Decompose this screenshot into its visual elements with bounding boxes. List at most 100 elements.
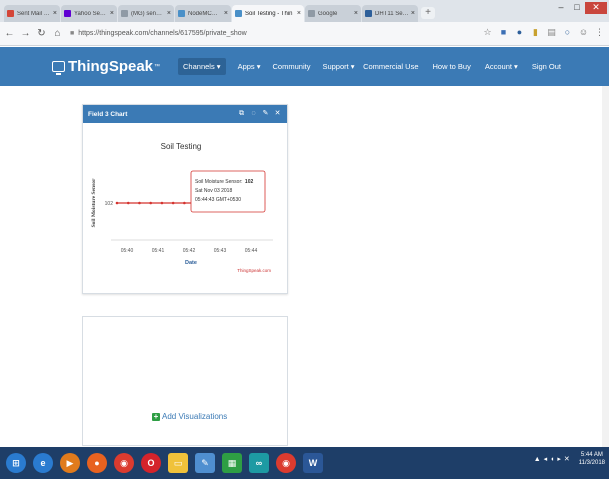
trademark-symbol: ™ <box>154 63 161 70</box>
tab-label: Google <box>318 10 338 17</box>
tab-close-icon[interactable]: × <box>354 10 358 17</box>
opera-icon[interactable]: O <box>141 453 161 473</box>
browser-tab-strip: Sent Mail - gondo×Yahoo Search - Wi×(MG)… <box>0 0 609 22</box>
favicon-icon <box>235 10 242 17</box>
data-point[interactable] <box>183 201 186 205</box>
extension-icon[interactable]: ○ <box>562 27 573 38</box>
extension-icon[interactable]: ● <box>514 27 525 38</box>
browser-tab[interactable]: Yahoo Search - Wi× <box>61 5 117 22</box>
favicon-icon <box>121 10 128 17</box>
x-tick-label: 05:43 <box>214 248 227 254</box>
external-link-icon[interactable]: ⧉ <box>237 109 246 119</box>
firefox-icon[interactable]: ● <box>87 453 107 473</box>
extension-icon[interactable]: ▤ <box>546 27 557 38</box>
data-point[interactable] <box>126 201 130 205</box>
brand-name: ThingSpeak <box>68 58 154 75</box>
field-chart-card: Field 3 Chart ⧉ ◌ ✎ ✕ Soil Testing Soil … <box>82 104 288 294</box>
forward-icon[interactable]: → <box>19 28 32 39</box>
tab-close-icon[interactable]: × <box>411 10 415 17</box>
x-tick-label: 05:41 <box>152 248 165 254</box>
spreadsheet-icon[interactable]: ▦ <box>222 453 242 473</box>
favicon-icon <box>7 10 14 17</box>
data-point[interactable] <box>160 201 164 205</box>
browser-tab[interactable]: (MG) sensor - Go× <box>118 5 174 22</box>
tab-close-icon[interactable]: × <box>167 10 171 17</box>
tab-label: Soil Testing - Thin <box>245 10 293 17</box>
browser-tab[interactable]: Soil Testing - Thin × <box>232 5 304 22</box>
url-field[interactable]: ■ https://thingspeak.com/channels/617595… <box>70 26 460 42</box>
nav-item[interactable]: Apps ▾ <box>238 62 261 71</box>
nav-item[interactable]: Sign Out <box>532 62 561 71</box>
tab-close-icon[interactable]: × <box>297 10 301 17</box>
x-axis-label: Date <box>185 260 197 266</box>
tab-close-icon[interactable]: × <box>110 10 114 17</box>
browser-tab[interactable]: NodeMCU Tempera× <box>175 5 231 22</box>
bookmark-star-icon[interactable]: ☆ <box>482 27 493 38</box>
system-tray: ▲◂◖▸✕ 5:44 AM 11/3/2018 <box>534 451 605 467</box>
tab-label: (MG) sensor - Go <box>131 10 165 17</box>
notes-icon[interactable]: ✎ <box>195 453 215 473</box>
reload-icon[interactable]: ↻ <box>35 28 48 39</box>
x-tick-label: 05:40 <box>121 248 134 254</box>
menu-icon[interactable]: ⋮ <box>594 27 605 38</box>
clock-time: 5:44 AM <box>580 452 603 458</box>
address-bar: ← → ↻ ⌂ ■ https://thingspeak.com/channel… <box>0 22 609 46</box>
browser-tab[interactable]: DHT11 Sensor Inte× <box>362 5 418 22</box>
minimize-icon[interactable]: – <box>553 2 569 14</box>
tray-icons[interactable]: ▲◂◖▸✕ <box>534 455 573 463</box>
pencil-icon[interactable]: ✎ <box>261 109 270 119</box>
browser-tab[interactable]: Sent Mail - gondo× <box>4 5 60 22</box>
thingspeak-logo[interactable]: ThingSpeak ™ <box>52 58 160 75</box>
system-clock[interactable]: 5:44 AM 11/3/2018 <box>579 451 605 467</box>
data-point[interactable] <box>149 201 152 205</box>
extension-icon[interactable]: ▮ <box>530 27 541 38</box>
word-icon[interactable]: W <box>303 453 323 473</box>
chrome-taskbar-icon[interactable]: ◉ <box>276 453 296 473</box>
favicon-icon <box>64 10 71 17</box>
page-scrollbar[interactable] <box>602 86 609 447</box>
chart-title: Soil Testing <box>161 142 202 151</box>
add-visualizations-label: Add Visualizations <box>162 412 228 421</box>
screen: Sent Mail - gondo×Yahoo Search - Wi×(MG)… <box>0 0 609 479</box>
plus-icon: + <box>152 411 160 421</box>
close-icon[interactable]: ✕ <box>273 109 282 119</box>
card-title: Field 3 Chart <box>88 110 128 118</box>
arduino-icon[interactable]: ∞ <box>249 453 269 473</box>
home-icon[interactable]: ⌂ <box>51 28 64 39</box>
explorer-icon[interactable]: e <box>33 453 53 473</box>
url-text: https://thingspeak.com/channels/617595/p… <box>78 30 247 37</box>
tab-close-icon[interactable]: × <box>53 10 57 17</box>
browser-tab[interactable]: Google × <box>305 5 361 22</box>
data-point[interactable] <box>138 201 141 205</box>
new-tab-button[interactable]: + <box>421 7 435 19</box>
data-point[interactable] <box>115 201 119 205</box>
nav-item[interactable]: Channels ▾ <box>178 58 226 75</box>
tab-label: Sent Mail - gondo <box>17 10 51 17</box>
media-player-icon[interactable]: ▶ <box>60 453 80 473</box>
tab-close-icon[interactable]: × <box>224 10 228 17</box>
tooltip-time: 05:44:43 GMT+0530 <box>195 197 241 203</box>
tooltip-series-label: Soil Moisture Sensor: <box>195 179 243 185</box>
profile-icon[interactable]: ☺ <box>578 27 589 38</box>
start-icon[interactable]: ⊞ <box>6 453 26 473</box>
thingspeak-navbar: ThingSpeak ™ Channels ▾ Apps ▾ Community Su… <box>0 47 609 86</box>
nav-item[interactable]: Commercial Use <box>363 62 418 71</box>
file-manager-icon[interactable]: ▭ <box>168 453 188 473</box>
add-visualizations-link[interactable]: + Add Visualizations <box>152 412 227 421</box>
clock-date: 11/3/2018 <box>578 460 605 466</box>
comment-icon[interactable]: ◌ <box>249 109 258 119</box>
close-window-icon[interactable]: ✕ <box>585 2 607 14</box>
y-tick-label: 102 <box>105 201 114 207</box>
tab-label: Yahoo Search - Wi <box>74 10 108 17</box>
chrome-icon[interactable]: ◉ <box>114 453 134 473</box>
maximize-icon[interactable]: □ <box>569 2 585 14</box>
x-tick-label: 05:44 <box>245 248 258 254</box>
favicon-icon <box>308 10 315 17</box>
nav-item[interactable]: How to Buy <box>433 62 471 71</box>
nav-item[interactable]: Account ▾ <box>485 62 518 71</box>
back-icon[interactable]: ← <box>3 28 16 39</box>
extension-icon[interactable]: ■ <box>498 27 509 38</box>
tab-label: NodeMCU Tempera <box>188 10 222 17</box>
data-point[interactable] <box>171 201 175 205</box>
nav-item[interactable]: Community <box>273 62 311 71</box>
